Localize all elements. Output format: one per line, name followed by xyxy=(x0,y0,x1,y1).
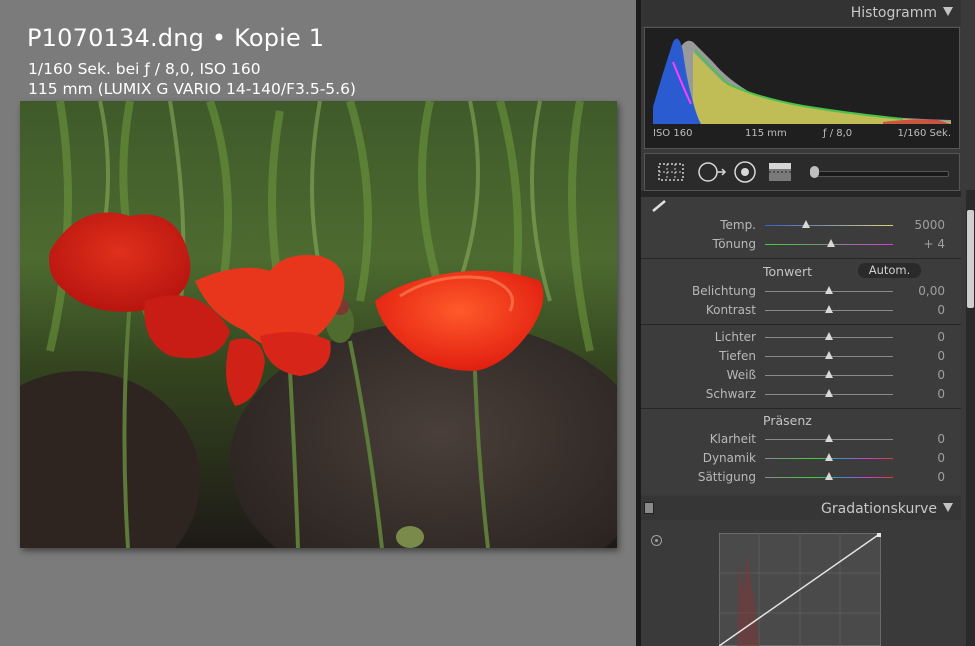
slider-label: Lichter xyxy=(714,330,756,344)
panel-enable-toggle[interactable] xyxy=(644,502,654,514)
histogram-iso: ISO 160 xyxy=(653,128,693,139)
slider-track[interactable] xyxy=(765,225,893,226)
section-divider xyxy=(641,258,961,259)
slider-whites[interactable]: Weiß 0 xyxy=(641,366,961,385)
slider-vibrance[interactable]: Dynamik 0 xyxy=(641,449,961,468)
slider-thumb[interactable] xyxy=(825,286,833,294)
graduated-filter-icon[interactable] xyxy=(766,160,794,184)
slider-value[interactable]: 0 xyxy=(937,368,945,382)
histogram-panel: ISO 160 115 mm ƒ / 8,0 1/160 Sek. xyxy=(644,27,960,149)
slider-value[interactable]: 0 xyxy=(937,451,945,465)
slider-tint[interactable]: Tönung + 4 xyxy=(641,235,961,254)
slider-thumb[interactable] xyxy=(827,239,835,247)
exif-lens-info: 115 mm (LUMIX G VARIO 14-140/F3.5-5.6) xyxy=(28,80,356,98)
slider-label: Dynamik xyxy=(702,451,756,465)
exif-exposure-info: 1/160 Sek. bei ƒ / 8,0, ISO 160 xyxy=(28,60,261,78)
slider-label: Temp. xyxy=(720,218,756,232)
slider-value[interactable]: 0 xyxy=(937,330,945,344)
tone-curve-header[interactable]: Gradationskurve xyxy=(641,496,961,520)
slider-contrast[interactable]: Kontrast 0 xyxy=(641,301,961,320)
slider-label: Tönung xyxy=(712,237,756,251)
slider-value[interactable]: + 4 xyxy=(923,237,945,251)
histogram-exif-row: ISO 160 115 mm ƒ / 8,0 1/160 Sek. xyxy=(653,128,951,142)
red-eye-icon[interactable] xyxy=(732,160,758,184)
auto-tone-button[interactable]: Autom. xyxy=(858,263,921,278)
tone-curve-title: Gradationskurve xyxy=(821,501,937,517)
histogram-focal-length: 115 mm xyxy=(745,128,787,139)
collapse-triangle-icon[interactable] xyxy=(943,503,953,512)
tool-strip xyxy=(644,153,960,191)
collapse-triangle-icon[interactable] xyxy=(943,7,953,16)
crop-overlay-icon[interactable] xyxy=(657,160,685,184)
presence-section-title: Präsenz xyxy=(763,413,812,428)
develop-right-panel: Histogramm ISO 160 115 mm ƒ / 8,0 1/160 … xyxy=(641,0,975,646)
panel-scrollbar[interactable] xyxy=(966,190,975,646)
slider-saturation[interactable]: Sättigung 0 xyxy=(641,468,961,487)
slider-clarity[interactable]: Klarheit 0 xyxy=(641,430,961,449)
slider-value[interactable]: 0 xyxy=(937,470,945,484)
slider-thumb[interactable] xyxy=(825,434,833,442)
slider-blacks[interactable]: Schwarz 0 xyxy=(641,385,961,404)
histogram-title: Histogramm xyxy=(850,5,937,21)
slider-thumb[interactable] xyxy=(825,472,833,480)
slider-label: Sättigung xyxy=(697,470,756,484)
slider-thumb[interactable] xyxy=(825,332,833,340)
slider-thumb[interactable] xyxy=(825,453,833,461)
histogram-shutter: 1/160 Sek. xyxy=(897,128,951,139)
histogram-header[interactable]: Histogramm xyxy=(641,0,961,26)
slider-value[interactable]: 0 xyxy=(937,349,945,363)
tool-strip-slider-track[interactable] xyxy=(815,171,949,177)
histogram-graph xyxy=(653,32,951,124)
histogram-aperture: ƒ / 8,0 xyxy=(823,128,853,139)
slider-label: Belichtung xyxy=(691,284,756,298)
slider-temp[interactable]: Temp. 5000 xyxy=(641,216,961,235)
adjustment-brush-icon[interactable] xyxy=(810,166,819,178)
slider-thumb[interactable] xyxy=(825,305,833,313)
slider-label: Weiß xyxy=(726,368,756,382)
slider-value[interactable]: 5000 xyxy=(914,218,945,232)
photo-viewer: P1070134.dng • Kopie 1 1/160 Sek. bei ƒ … xyxy=(0,0,636,646)
photo-image[interactable] xyxy=(20,101,617,548)
tone-curve-panel xyxy=(641,520,961,646)
slider-value[interactable]: 0 xyxy=(937,303,945,317)
slider-shadows[interactable]: Tiefen 0 xyxy=(641,347,961,366)
slider-thumb[interactable] xyxy=(802,220,810,228)
slider-value[interactable]: 0 xyxy=(937,387,945,401)
slider-value[interactable]: 0 xyxy=(937,432,945,446)
slider-highlights[interactable]: Lichter 0 xyxy=(641,328,961,347)
slider-exposure[interactable]: Belichtung 0,00 xyxy=(641,282,961,301)
slider-thumb[interactable] xyxy=(825,351,833,359)
file-name-overlay: P1070134.dng • Kopie 1 xyxy=(27,24,325,52)
slider-label: Schwarz xyxy=(705,387,756,401)
slider-label: Tiefen xyxy=(719,349,756,363)
section-divider xyxy=(641,324,961,325)
poppy-photo-graphic xyxy=(20,101,617,548)
white-balance-picker-icon[interactable] xyxy=(651,199,669,213)
slider-thumb[interactable] xyxy=(825,389,833,397)
spot-removal-icon[interactable] xyxy=(695,160,727,184)
scrollbar-thumb[interactable] xyxy=(967,210,974,308)
targeted-adjustment-icon[interactable] xyxy=(651,535,662,546)
slider-value[interactable]: 0,00 xyxy=(918,284,945,298)
basic-panel: Temp. 5000 Tönung + 4 Tonwert Autom. Bel… xyxy=(641,197,961,494)
slider-thumb[interactable] xyxy=(825,370,833,378)
tone-curve-graph[interactable] xyxy=(719,533,881,646)
tone-section-title: Tonwert xyxy=(763,264,813,279)
slider-label: Kontrast xyxy=(705,303,756,317)
slider-label: Klarheit xyxy=(709,432,756,446)
section-divider xyxy=(641,408,961,409)
